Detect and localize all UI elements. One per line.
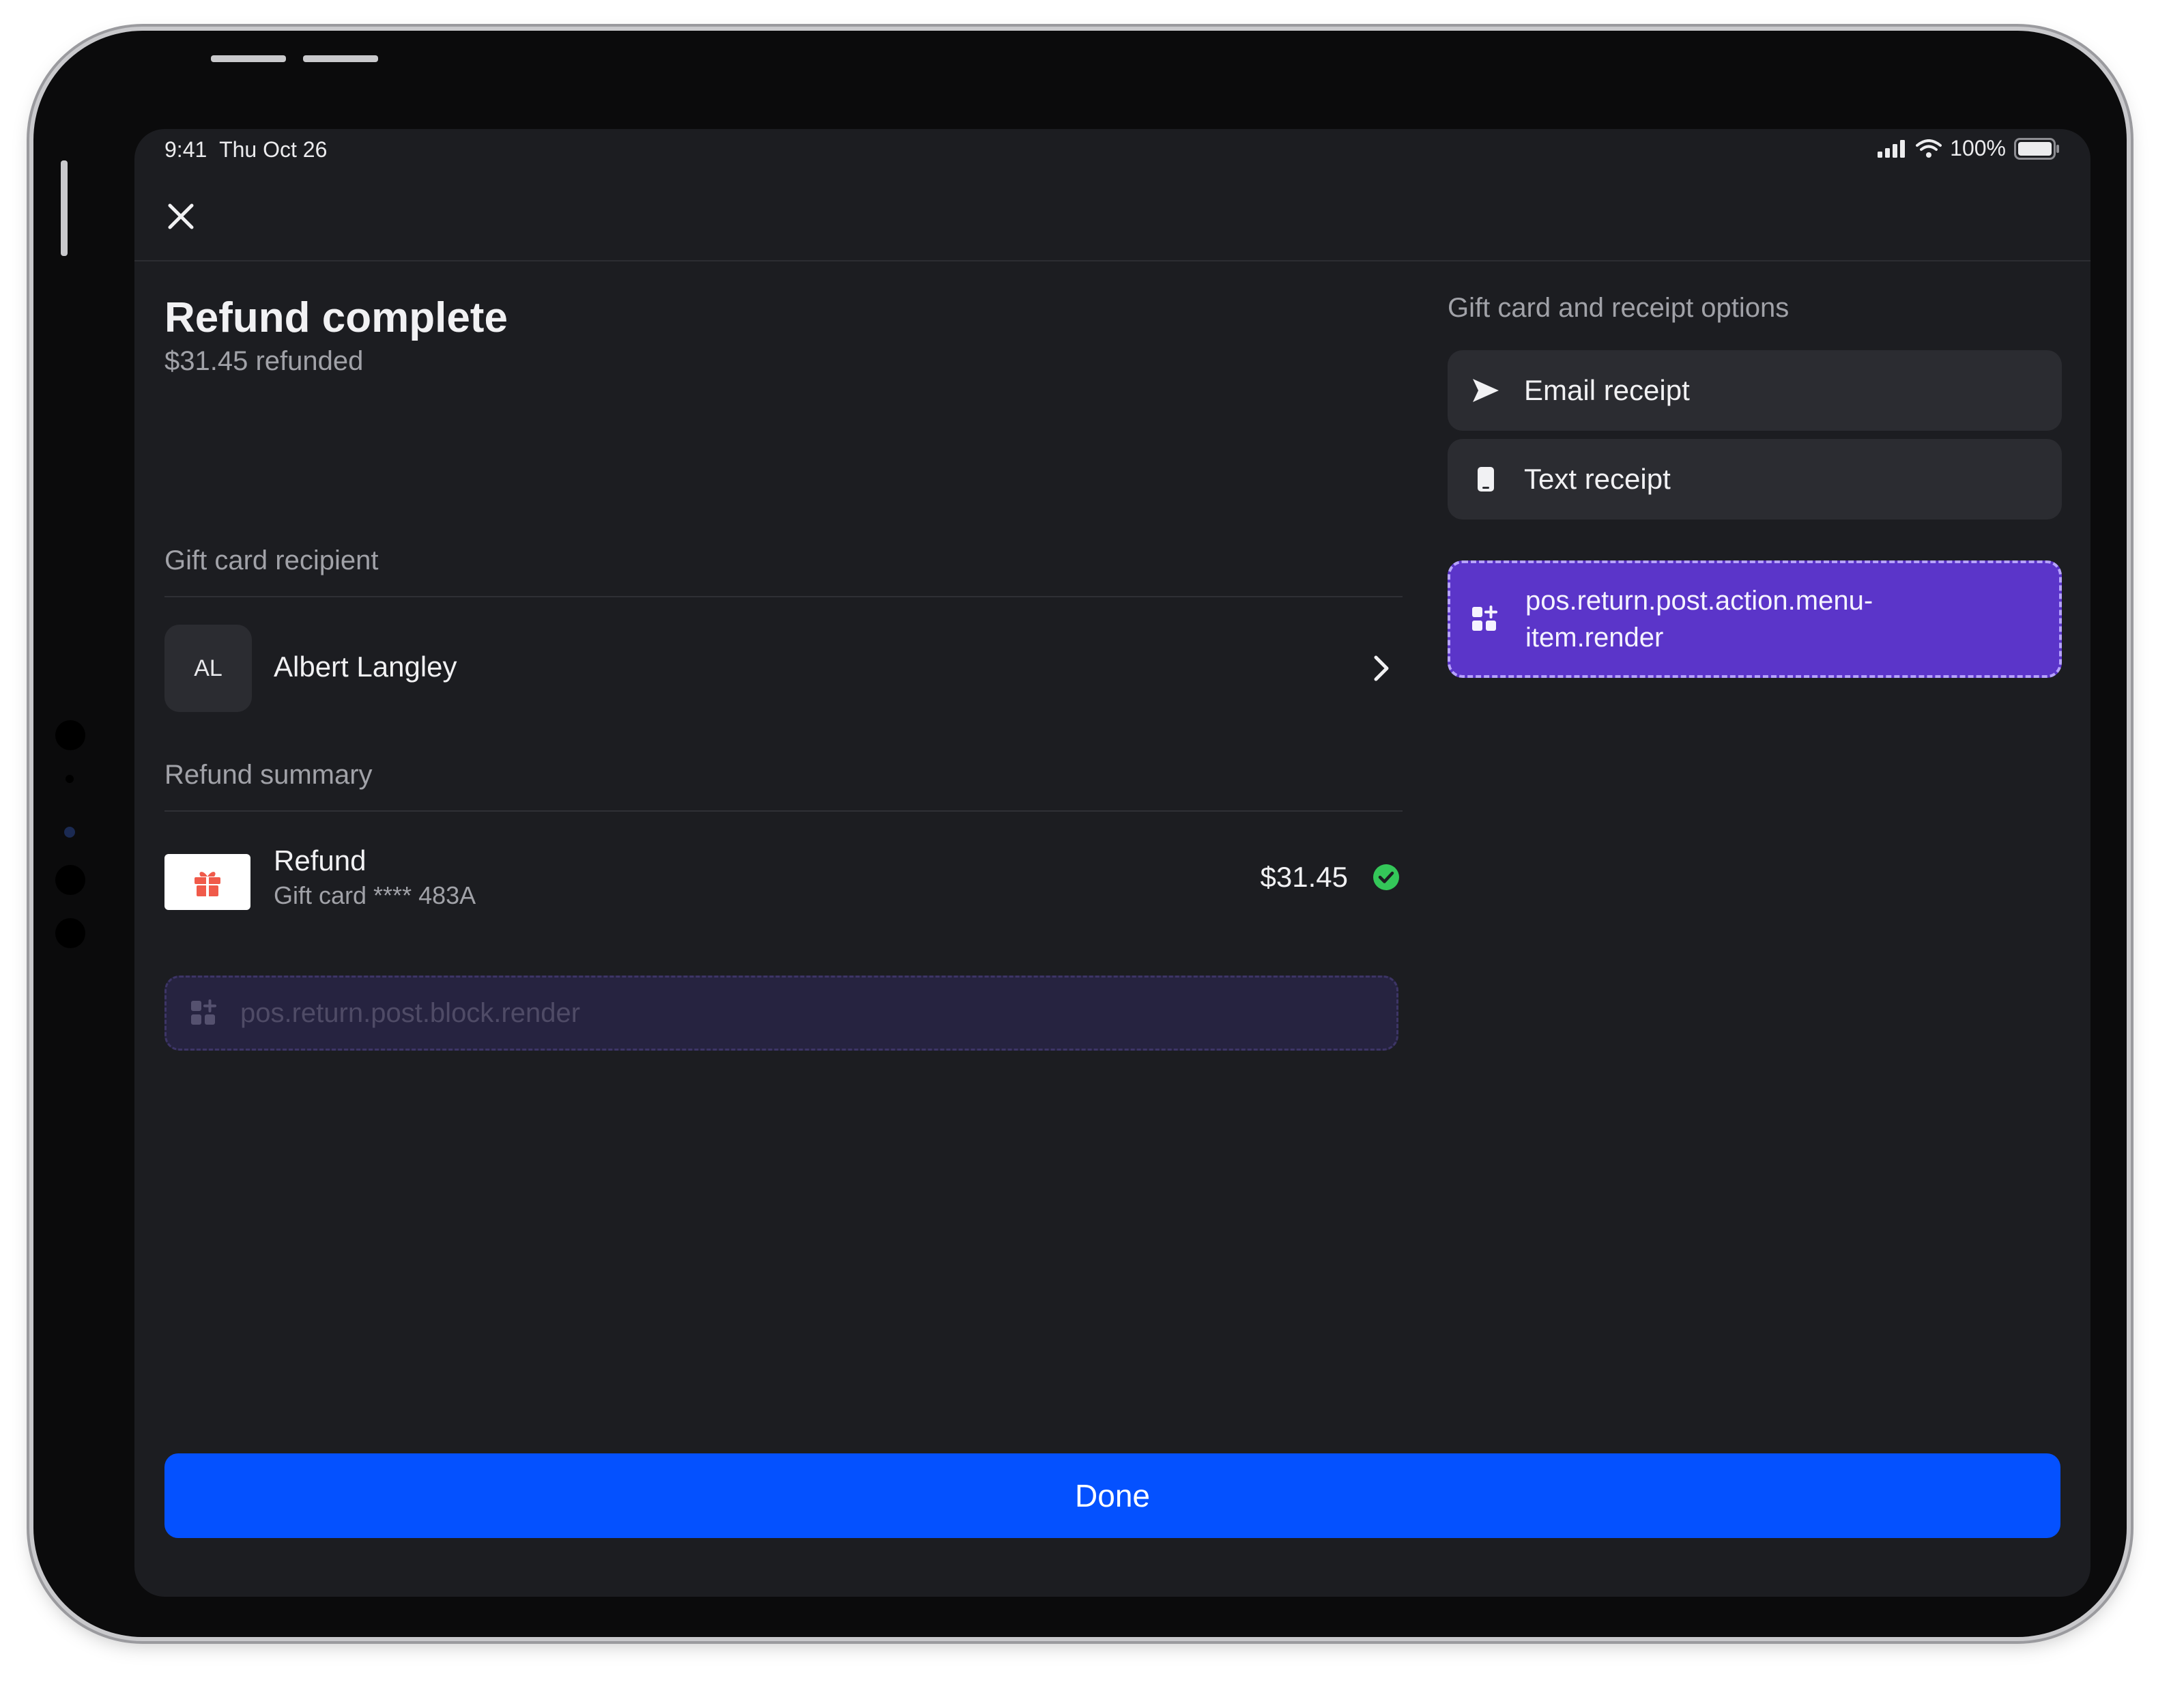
status-time: 9:41 Thu Oct 26 — [164, 137, 327, 162]
recipient-row[interactable]: AL Albert Langley — [164, 625, 1403, 712]
tablet-frame: 9:41 Thu Oct 26 100% Refund complete $31… — [33, 31, 2127, 1637]
phone-icon — [1471, 464, 1501, 494]
section-divider — [164, 596, 1403, 597]
gift-icon — [195, 872, 220, 896]
close-icon — [168, 203, 194, 229]
date-text: Thu Oct 26 — [219, 137, 328, 162]
power-button — [61, 160, 68, 256]
camera-sensor — [55, 918, 85, 948]
status-indicators: 100% — [1878, 136, 2060, 161]
header-divider — [134, 260, 2090, 261]
done-button[interactable]: Done — [164, 1453, 2060, 1538]
menu-extension-label: pos.return.post.action.menu-item.render — [1525, 586, 1873, 653]
volume-up-button — [211, 55, 286, 62]
camera-sensor — [55, 865, 85, 895]
extension-icon — [1472, 606, 1497, 631]
chevron-right-icon — [1359, 646, 1403, 690]
refunded-amount: $31.45 refunded — [164, 346, 364, 376]
refund-item-amount: $31.45 — [1260, 861, 1348, 893]
section-divider — [164, 810, 1403, 812]
camera-sensor — [55, 720, 85, 750]
battery-icon — [2014, 137, 2059, 160]
check-circle-icon — [1373, 864, 1399, 890]
page-title: Refund complete — [164, 294, 508, 341]
email-receipt-label: Email receipt — [1524, 374, 1690, 406]
refund-item-subtitle: Gift card **** 483A — [274, 881, 476, 909]
gift-card-thumbnail — [164, 854, 250, 910]
email-receipt-button[interactable]: Email receipt — [1448, 350, 2062, 431]
recipient-name: Albert Langley — [274, 651, 457, 683]
camera-sensor — [64, 827, 75, 838]
refund-line-item: Refund Gift card **** 483A $31.45 — [164, 844, 1403, 940]
screen: 9:41 Thu Oct 26 100% Refund complete $31… — [134, 129, 2090, 1597]
camera-sensor — [66, 775, 74, 783]
recipient-section-label: Gift card recipient — [164, 545, 379, 575]
close-button[interactable] — [159, 195, 203, 238]
avatar: AL — [164, 625, 252, 712]
options-title: Gift card and receipt options — [1448, 293, 1790, 323]
wifi-icon — [1916, 139, 1942, 158]
block-extension-placeholder: pos.return.post.block.render — [164, 976, 1398, 1051]
block-extension-label: pos.return.post.block.render — [240, 997, 581, 1028]
status-bar: 9:41 Thu Oct 26 100% — [134, 129, 2090, 177]
refund-item-title: Refund — [274, 844, 367, 877]
time-text: 9:41 — [164, 137, 207, 162]
extension-icon — [191, 999, 216, 1025]
battery-percent: 100% — [1950, 136, 2006, 160]
refund-summary-section-label: Refund summary — [164, 760, 373, 790]
send-icon — [1471, 375, 1501, 406]
cellular-signal-icon — [1878, 139, 1906, 158]
text-receipt-label: Text receipt — [1524, 463, 1671, 495]
text-receipt-button[interactable]: Text receipt — [1448, 439, 2062, 520]
volume-down-button — [303, 55, 378, 62]
menu-item-extension[interactable]: pos.return.post.action.menu-item.render — [1448, 560, 2062, 678]
